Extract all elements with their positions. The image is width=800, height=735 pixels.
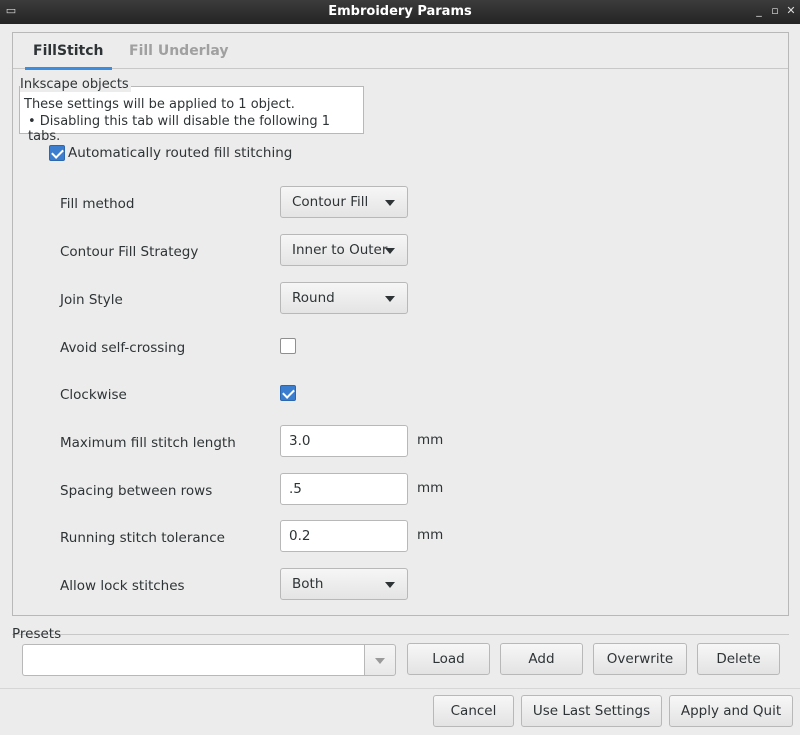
- cancel-button[interactable]: Cancel: [433, 695, 514, 727]
- load-button[interactable]: Load: [407, 643, 490, 675]
- clockwise-checkbox[interactable]: [280, 385, 296, 401]
- window-title: Embroidery Params: [328, 4, 472, 19]
- join-style-dropdown[interactable]: Round: [280, 282, 408, 314]
- max-stitch-length-label: Maximum fill stitch length: [60, 435, 236, 451]
- max-stitch-length-unit: mm: [417, 432, 444, 448]
- lock-stitches-label: Allow lock stitches: [60, 578, 185, 594]
- contour-strategy-dropdown[interactable]: Inner to Outer: [280, 234, 408, 266]
- chevron-down-icon: [385, 582, 395, 588]
- fill-method-dropdown[interactable]: Contour Fill: [280, 186, 408, 218]
- join-style-value: Round: [292, 290, 335, 306]
- join-style-label: Join Style: [60, 292, 123, 308]
- tab-fillstitch[interactable]: FillStitch: [25, 33, 112, 70]
- avoid-self-crossing-checkbox[interactable]: [280, 338, 296, 354]
- presets-legend: Presets: [12, 626, 62, 642]
- close-icon[interactable]: ✕: [784, 3, 798, 19]
- max-stitch-length-value: 3.0: [289, 433, 311, 449]
- row-spacing-label: Spacing between rows: [60, 483, 213, 499]
- maximize-icon[interactable]: ▫: [768, 3, 782, 19]
- fill-method-label: Fill method: [60, 196, 135, 212]
- running-tolerance-value: 0.2: [289, 528, 311, 544]
- contour-strategy-label: Contour Fill Strategy: [60, 244, 199, 260]
- contour-strategy-value: Inner to Outer: [292, 242, 388, 258]
- objects-info-text: These settings will be applied to 1 obje…: [24, 97, 295, 112]
- apply-and-quit-button[interactable]: Apply and Quit: [669, 695, 793, 727]
- lock-stitches-dropdown[interactable]: Both: [280, 568, 408, 600]
- row-spacing-value: .5: [289, 481, 302, 497]
- auto-route-checkbox[interactable]: [49, 145, 65, 161]
- footer-separator: [0, 688, 800, 689]
- running-tolerance-label: Running stitch tolerance: [60, 530, 225, 546]
- preset-dropdown-button[interactable]: [364, 644, 396, 676]
- tab-bar: FillStitch Fill Underlay: [13, 33, 788, 70]
- chevron-down-icon: [385, 296, 395, 302]
- inkscape-objects-frame: Inkscape objects These settings will be …: [19, 77, 364, 144]
- add-button[interactable]: Add: [500, 643, 583, 675]
- title-bar: ▭ Embroidery Params _ ▫ ✕: [0, 0, 800, 24]
- chevron-down-icon: [375, 658, 385, 664]
- lock-stitches-value: Both: [292, 576, 324, 592]
- row-spacing-unit: mm: [417, 480, 444, 496]
- use-last-settings-button[interactable]: Use Last Settings: [521, 695, 662, 727]
- params-notebook: FillStitch Fill Underlay Inkscape object…: [12, 32, 789, 616]
- tab-fill-underlay[interactable]: Fill Underlay: [121, 33, 237, 69]
- fill-method-value: Contour Fill: [292, 194, 369, 210]
- overwrite-button[interactable]: Overwrite: [593, 643, 687, 675]
- objects-disable-note: • Disabling this tab will disable the fo…: [28, 114, 331, 144]
- delete-button[interactable]: Delete: [697, 643, 780, 675]
- running-tolerance-input[interactable]: 0.2: [280, 520, 408, 552]
- running-tolerance-unit: mm: [417, 527, 444, 543]
- inkscape-objects-legend: Inkscape objects: [20, 77, 131, 92]
- row-spacing-input[interactable]: .5: [280, 473, 408, 505]
- max-stitch-length-input[interactable]: 3.0: [280, 425, 408, 457]
- preset-name-input[interactable]: [22, 644, 364, 676]
- auto-route-label: Automatically routed fill stitching: [68, 145, 293, 161]
- minimize-icon[interactable]: _: [752, 3, 766, 19]
- avoid-self-crossing-label: Avoid self-crossing: [60, 340, 186, 356]
- chevron-down-icon: [385, 200, 395, 206]
- clockwise-label: Clockwise: [60, 387, 127, 403]
- chevron-down-icon: [385, 248, 395, 254]
